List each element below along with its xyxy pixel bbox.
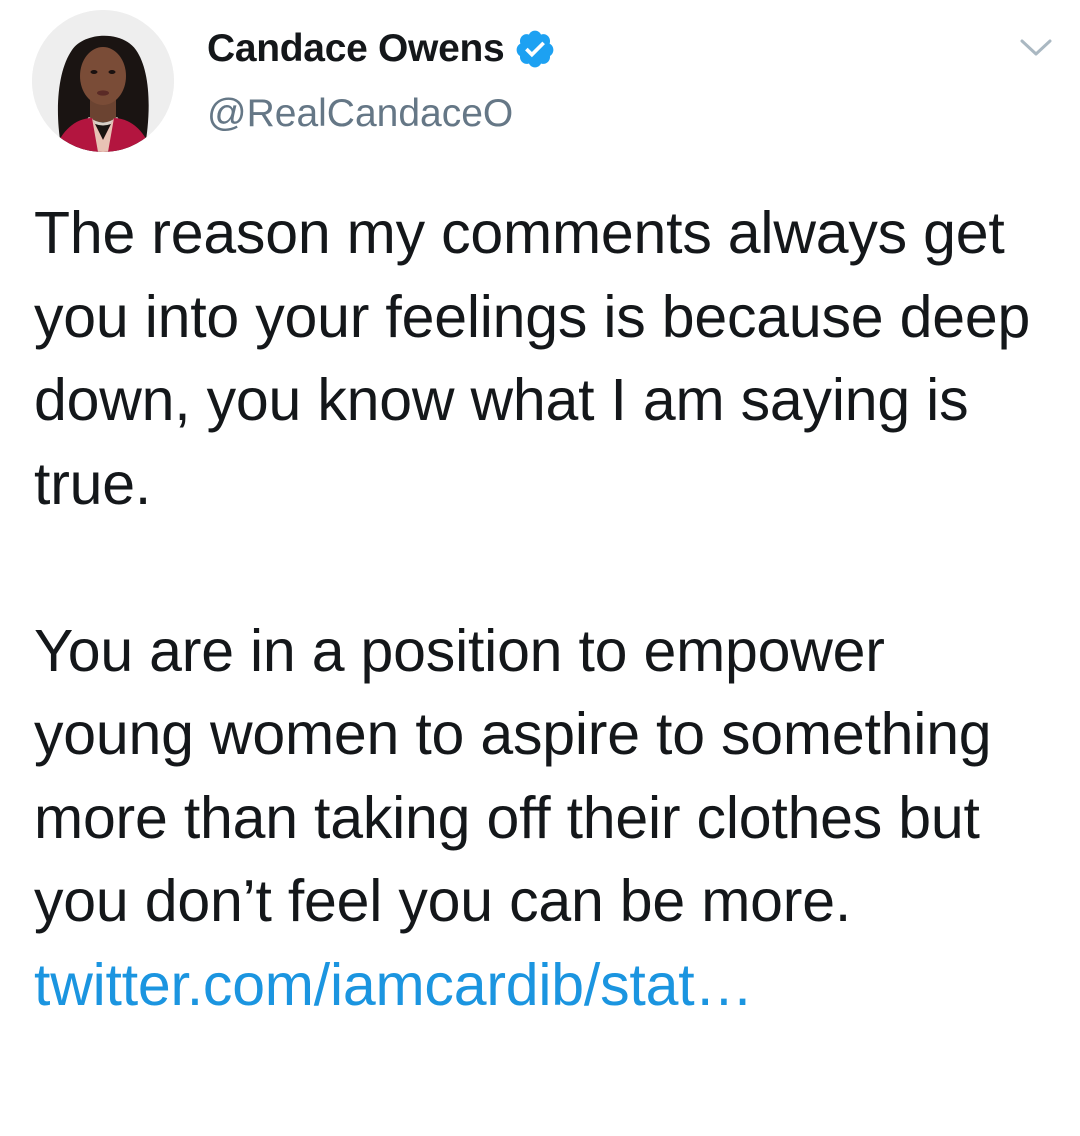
tweet-link[interactable]: twitter.com/iamcardib/stat… [34,952,753,1018]
tweet-paragraph-2-text: You are in a position to empower young w… [34,617,992,935]
tweet-text: The reason my comments always get you in… [34,192,1044,1027]
author-handle[interactable]: @RealCandaceO [207,92,513,136]
avatar[interactable] [32,10,174,152]
author-name-row: Candace Owens [207,26,556,72]
tweet-paragraph-1: The reason my comments always get you in… [34,200,1031,517]
verified-badge-icon [517,30,554,68]
tweet-paragraph-2: You are in a position to empower young w… [34,610,1044,1028]
display-name[interactable]: Candace Owens [207,27,505,71]
chevron-down-icon[interactable] [1018,36,1054,60]
tweet-card: Candace Owens @RealCandaceO The reason m… [0,0,1080,1136]
profile-photo-icon [32,10,174,152]
